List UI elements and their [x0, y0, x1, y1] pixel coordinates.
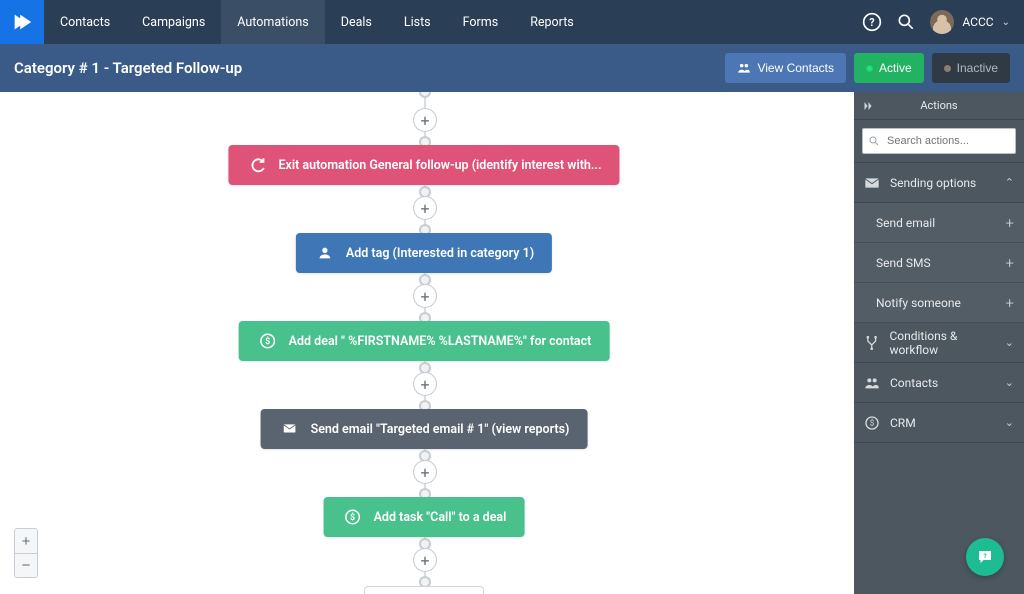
dollar-icon: $ [342, 506, 364, 528]
nav-automations[interactable]: Automations [221, 0, 324, 44]
search-icon [868, 135, 880, 147]
nav-deals[interactable]: Deals [325, 0, 388, 44]
help-icon[interactable]: ? [862, 12, 882, 32]
status-dot-active [866, 65, 873, 72]
nav-lists[interactable]: Lists [388, 0, 447, 44]
chevron-down-icon: ⌄ [1005, 376, 1014, 389]
add-step-button[interactable]: + [413, 284, 437, 308]
sidebar-section-label: Contacts [890, 376, 938, 390]
flow-node-send-email[interactable]: Send email "Targeted email # 1" (view re… [261, 409, 588, 449]
svg-text:$: $ [265, 336, 270, 347]
flow-node-partial[interactable] [364, 586, 484, 594]
branch-icon [864, 335, 879, 351]
chevron-down-icon: ⌄ [1005, 336, 1014, 349]
chevron-up-icon: ⌃ [1005, 176, 1014, 189]
plus-icon: + [1006, 254, 1014, 272]
nav-contacts[interactable]: Contacts [44, 0, 126, 44]
search-actions-input[interactable] [862, 128, 1016, 154]
add-step-button[interactable]: + [413, 548, 437, 572]
sidebar-item-notify-someone[interactable]: Notify someone + [854, 283, 1024, 323]
svg-text:$: $ [870, 418, 875, 427]
zoom-in-button[interactable]: + [15, 529, 37, 553]
help-fab-button[interactable]: ? [966, 538, 1004, 576]
user-menu[interactable]: ACCC ⌄ [930, 10, 1010, 34]
sidebar-search [854, 120, 1024, 163]
people-icon [737, 61, 751, 75]
view-contacts-label: View Contacts [757, 61, 833, 75]
automation-canvas[interactable]: + Exit automation General follow-up (ide… [0, 92, 854, 594]
status-inactive-label: Inactive [957, 61, 998, 75]
flow-node-label: Add task "Call" to a deal [374, 510, 507, 525]
svg-text:?: ? [870, 16, 875, 29]
plus-icon: + [1006, 294, 1014, 312]
avatar [930, 10, 954, 34]
flow-node-label: Send email "Targeted email # 1" (view re… [311, 422, 570, 437]
dollar-icon: $ [864, 415, 880, 431]
nav-right: ? ACCC ⌄ [862, 10, 1024, 34]
envelope-icon [864, 175, 880, 191]
plus-icon: + [1006, 214, 1014, 232]
add-step-button[interactable]: + [413, 460, 437, 484]
sidebar-section-sending-options[interactable]: Sending options ⌃ [854, 163, 1024, 203]
nav-forms[interactable]: Forms [447, 0, 515, 44]
chat-help-icon: ? [976, 548, 994, 566]
sidebar-collapse-button[interactable] [854, 100, 882, 112]
people-icon [864, 375, 880, 391]
sidebar-section-conditions-workflow[interactable]: Conditions & workflow ⌄ [854, 323, 1024, 363]
flow-node-label: Add tag (Interested in category 1) [346, 246, 534, 261]
sidebar-item-label: Send email [876, 216, 935, 230]
status-active-label: Active [879, 61, 912, 75]
flow-node-add-tag[interactable]: Add tag (Interested in category 1) [296, 233, 552, 273]
user-label: ACCC [962, 15, 993, 29]
zoom-controls: + − [14, 528, 38, 578]
flow-node-exit-automation[interactable]: Exit automation General follow-up (ident… [228, 145, 619, 185]
sidebar-header: Actions [854, 92, 1024, 120]
sub-header: Category # 1 - Targeted Follow-up View C… [0, 44, 1024, 92]
envelope-icon [279, 418, 301, 440]
chevron-right-double-icon [862, 100, 874, 112]
sidebar-item-send-sms[interactable]: Send SMS + [854, 243, 1024, 283]
svg-text:$: $ [350, 512, 355, 523]
flow-node-add-deal[interactable]: $ Add deal " %FIRSTNAME% %LASTNAME%" for… [239, 321, 610, 361]
dollar-icon: $ [257, 330, 279, 352]
automation-title: Category # 1 - Targeted Follow-up [14, 59, 242, 77]
sidebar-section-contacts[interactable]: Contacts ⌄ [854, 363, 1024, 403]
sidebar-section-label: Conditions & workflow [889, 329, 1004, 357]
sidebar-item-send-email[interactable]: Send email + [854, 203, 1024, 243]
sidebar-section-label: CRM [890, 416, 916, 430]
sidebar-item-label: Send SMS [876, 256, 931, 270]
chevron-down-icon: ⌄ [1002, 17, 1010, 28]
zoom-out-button[interactable]: − [15, 553, 37, 577]
sidebar-title: Actions [882, 99, 1024, 112]
chevron-down-icon: ⌄ [1005, 416, 1014, 429]
add-step-button[interactable]: + [413, 372, 437, 396]
flow-node-label: Exit automation General follow-up (ident… [278, 158, 601, 173]
add-step-button[interactable]: + [413, 108, 437, 132]
actions-sidebar: Actions Sending options ⌃ Send email + S… [854, 92, 1024, 594]
flow-connector [419, 92, 431, 98]
sidebar-section-label: Sending options [890, 176, 976, 190]
app-logo[interactable] [0, 0, 44, 44]
sidebar-section-crm[interactable]: $ CRM ⌄ [854, 403, 1024, 443]
flow-node-label: Add deal " %FIRSTNAME% %LASTNAME%" for c… [289, 334, 592, 349]
status-dot-inactive [944, 65, 951, 72]
nav-campaigns[interactable]: Campaigns [126, 0, 221, 44]
view-contacts-button[interactable]: View Contacts [725, 53, 845, 83]
logo-icon [11, 11, 33, 33]
top-nav: Contacts Campaigns Automations Deals Lis… [0, 0, 1024, 44]
status-inactive-button[interactable]: Inactive [932, 53, 1010, 83]
add-step-button[interactable]: + [413, 196, 437, 220]
sidebar-item-label: Notify someone [876, 296, 961, 310]
status-active-button[interactable]: Active [854, 53, 924, 83]
flow-node-add-task[interactable]: $ Add task "Call" to a deal [324, 497, 525, 537]
nav-reports[interactable]: Reports [514, 0, 590, 44]
nav-items: Contacts Campaigns Automations Deals Lis… [44, 0, 590, 44]
sync-icon [246, 154, 268, 176]
person-icon [314, 242, 336, 264]
search-icon[interactable] [896, 12, 916, 32]
